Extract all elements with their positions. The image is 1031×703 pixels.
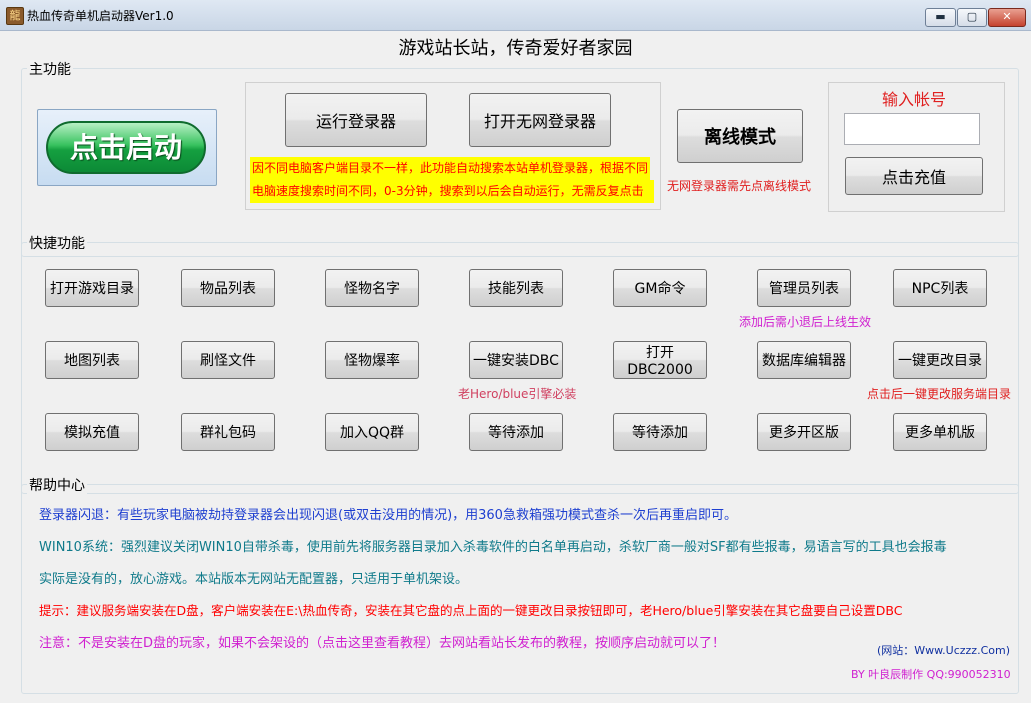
app-logo-icon: 龍: [6, 7, 24, 25]
join-qq-group-button[interactable]: 加入QQ群: [325, 413, 419, 451]
database-editor-button[interactable]: 数据库编辑器: [757, 341, 851, 379]
start-button[interactable]: 点击启动: [46, 121, 206, 174]
spawn-file-button[interactable]: 刷怪文件: [181, 341, 275, 379]
author-credit: BY 叶良辰制作 QQ:990052310: [851, 668, 1011, 681]
search-notice-line1: 因不同电脑客户端目录不一样，此功能自动搜索本站单机登录器，根据不同: [250, 157, 651, 180]
account-label: 输入帐号: [882, 90, 947, 109]
title-bar[interactable]: 龍 热血传奇单机启动器Ver1.0 ▬ ▢ ✕: [0, 0, 1031, 31]
skill-list-button[interactable]: 技能列表: [469, 269, 563, 307]
run-login-button[interactable]: 运行登录器: [285, 93, 427, 147]
help-line-tip: 提示：建议服务端安装在D盘，客户端安装在E:\热血传奇，安装在其它盘的点上面的一…: [39, 603, 903, 618]
admin-list-button[interactable]: 管理员列表: [757, 269, 851, 307]
dbc-note: 老Hero/blue引擎必装: [458, 387, 577, 401]
map-list-button[interactable]: 地图列表: [45, 341, 139, 379]
search-notice-line2: 电脑速度搜索时间不同，0-3分钟，搜索到以后会自动运行，无需反复点击: [250, 180, 654, 203]
open-dbc2000-button[interactable]: 打开DBC2000: [613, 341, 707, 379]
start-button-frame: 点击启动: [37, 109, 217, 186]
help-line-crash: 登录器闪退：有些玩家电脑被劫持登录器会出现闪退(或双击没用的情况)，用360急救…: [39, 508, 737, 523]
quick-function-label: 快捷功能: [27, 233, 87, 253]
account-input[interactable]: [844, 113, 980, 145]
gm-commands-button[interactable]: GM命令: [613, 269, 707, 307]
website-link[interactable]: (网站：Www.Uczzz.Com): [877, 642, 1010, 658]
offline-mode-note: 无网登录器需先点离线模式: [667, 179, 812, 193]
help-center-label: 帮助中心: [27, 475, 87, 495]
maximize-icon[interactable]: ▢: [957, 8, 987, 27]
change-dir-button[interactable]: 一键更改目录: [893, 341, 987, 379]
help-line-win10-cont: 实际是没有的，放心游戏。本站版本无网站无配置器，只适用于单机架设。: [39, 572, 469, 587]
help-line-win10: WIN10系统：强烈建议关闭WIN10自带杀毒，使用前先将服务器目录加入杀毒软件…: [39, 540, 947, 555]
main-function-label: 主功能: [27, 59, 73, 79]
item-list-button[interactable]: 物品列表: [181, 269, 275, 307]
open-game-dir-button[interactable]: 打开游戏目录: [45, 269, 139, 307]
slogan-text: 游戏站长站，传奇爱好者家园: [398, 38, 633, 59]
drop-rate-button[interactable]: 怪物爆率: [325, 341, 419, 379]
monster-names-button[interactable]: 怪物名字: [325, 269, 419, 307]
recharge-button[interactable]: 点击充值: [845, 157, 983, 195]
change-dir-note: 点击后一键更改服务端目录: [867, 387, 1012, 401]
open-offline-login-button[interactable]: 打开无网登录器: [469, 93, 611, 147]
group-gift-code-button[interactable]: 群礼包码: [181, 413, 275, 451]
window-title: 热血传奇单机启动器Ver1.0: [27, 9, 174, 23]
offline-mode-button[interactable]: 离线模式: [677, 109, 803, 163]
window-client-area: 游戏站长站，传奇爱好者家园 主功能 点击启动 运行登录器 打开无网登录器 因不同…: [6, 31, 1025, 697]
simulate-recharge-button[interactable]: 模拟充值: [45, 413, 139, 451]
npc-list-button[interactable]: NPC列表: [893, 269, 987, 307]
pending-add-button-2[interactable]: 等待添加: [613, 413, 707, 451]
more-singleplayer-versions-button[interactable]: 更多单机版: [893, 413, 987, 451]
pending-add-button-1[interactable]: 等待添加: [469, 413, 563, 451]
close-icon[interactable]: ✕: [988, 8, 1026, 27]
minimize-icon[interactable]: ▬: [925, 8, 956, 27]
help-line-notice[interactable]: 注意：不是安装在D盘的玩家，如果不会架设的（点击这里查看教程）去网站看站长发布的…: [39, 632, 725, 651]
more-server-versions-button[interactable]: 更多开区版: [757, 413, 851, 451]
admin-list-note: 添加后需小退后上线生效: [739, 315, 872, 329]
install-dbc-button[interactable]: 一键安装DBC: [469, 341, 563, 379]
